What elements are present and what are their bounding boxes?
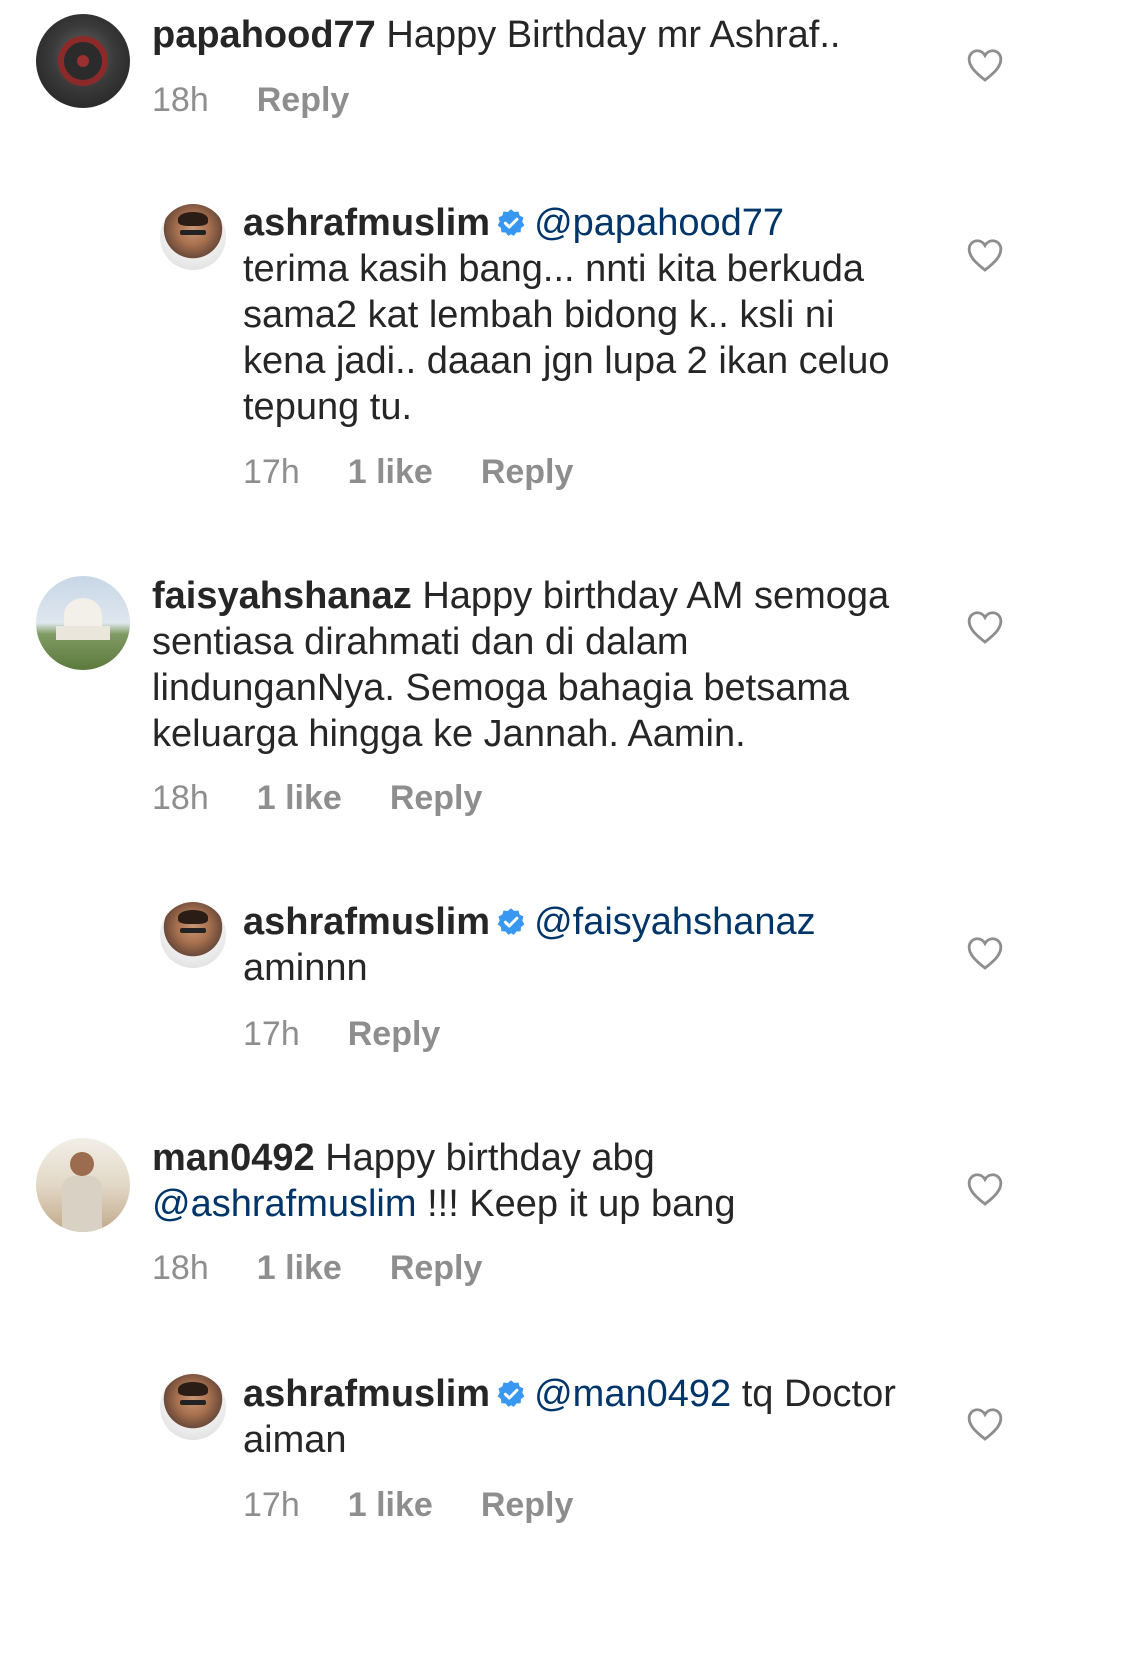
reply-button[interactable]: Reply (481, 1485, 574, 1525)
heart-icon[interactable] (966, 1406, 1004, 1442)
mention-link[interactable]: @faisyahshanaz (534, 901, 816, 943)
avatar[interactable] (160, 1374, 226, 1440)
comment-text: faisyahshanaz Happy birthday AM semoga s… (152, 573, 912, 757)
comment-text: ashrafmuslim @papahood77 terima kasih ban… (243, 200, 913, 430)
timestamp: 18h (152, 779, 209, 817)
timestamp: 18h (152, 81, 209, 119)
username[interactable]: ashrafmuslim (243, 202, 490, 244)
comment-meta: 18h 1 like Reply (152, 1248, 482, 1288)
comment-body: Happy Birthday mr Ashraf.. (386, 14, 841, 56)
username[interactable]: papahood77 (152, 14, 376, 56)
heart-icon[interactable] (966, 237, 1004, 273)
likes-count[interactable]: 1 like (257, 1248, 342, 1288)
timestamp: 17h (243, 1015, 300, 1053)
heart-icon[interactable] (966, 609, 1004, 645)
heart-icon[interactable] (966, 47, 1004, 83)
comment-body: aminnn (243, 947, 368, 989)
heart-icon[interactable] (966, 935, 1004, 971)
mention-link[interactable]: @man0492 (534, 1373, 731, 1415)
comment-body-tail: !!! Keep it up bang (427, 1183, 736, 1225)
reply-button[interactable]: Reply (257, 80, 350, 120)
comment-text: ashrafmuslim @faisyahshanaz aminnn (243, 899, 913, 991)
verified-badge-icon (497, 209, 525, 236)
likes-count[interactable]: 1 like (348, 452, 433, 492)
heart-icon[interactable] (966, 1171, 1004, 1207)
comment-meta: 18h 1 like Reply (152, 778, 482, 818)
avatar[interactable] (160, 204, 226, 270)
username[interactable]: ashrafmuslim (243, 1373, 490, 1415)
mention-link[interactable]: @papahood77 (534, 202, 784, 244)
timestamp: 17h (243, 453, 300, 491)
comment-meta: 17h Reply (243, 1014, 440, 1054)
avatar[interactable] (36, 576, 130, 670)
username[interactable]: ashrafmuslim (243, 901, 490, 943)
comment-meta: 18h Reply (152, 80, 349, 120)
reply-button[interactable]: Reply (481, 452, 574, 492)
timestamp: 18h (152, 1249, 209, 1287)
avatar[interactable] (36, 14, 130, 108)
avatar[interactable] (160, 902, 226, 968)
reply-button[interactable]: Reply (390, 1248, 483, 1288)
verified-badge-icon (497, 908, 525, 935)
avatar[interactable] (36, 1138, 130, 1232)
comment-text: ashrafmuslim @man0492 tq Doctor aiman (243, 1371, 913, 1463)
username[interactable]: man0492 (152, 1137, 315, 1179)
mention-link[interactable]: @ashrafmuslim (152, 1183, 417, 1225)
likes-count[interactable]: 1 like (348, 1485, 433, 1525)
comment-body: Happy birthday abg (325, 1137, 655, 1179)
verified-badge-icon (497, 1380, 525, 1407)
comment-text: papahood77 Happy Birthday mr Ashraf.. (152, 12, 912, 58)
comment-text: man0492 Happy birthday abg @ashrafmuslim… (152, 1135, 912, 1227)
reply-button[interactable]: Reply (390, 778, 483, 818)
comment-body: terima kasih bang... nnti kita berkuda s… (243, 248, 901, 428)
likes-count[interactable]: 1 like (257, 778, 342, 818)
comment-meta: 17h 1 like Reply (243, 452, 573, 492)
timestamp: 17h (243, 1486, 300, 1524)
comment-meta: 17h 1 like Reply (243, 1485, 573, 1525)
username[interactable]: faisyahshanaz (152, 575, 412, 617)
reply-button[interactable]: Reply (348, 1014, 441, 1054)
